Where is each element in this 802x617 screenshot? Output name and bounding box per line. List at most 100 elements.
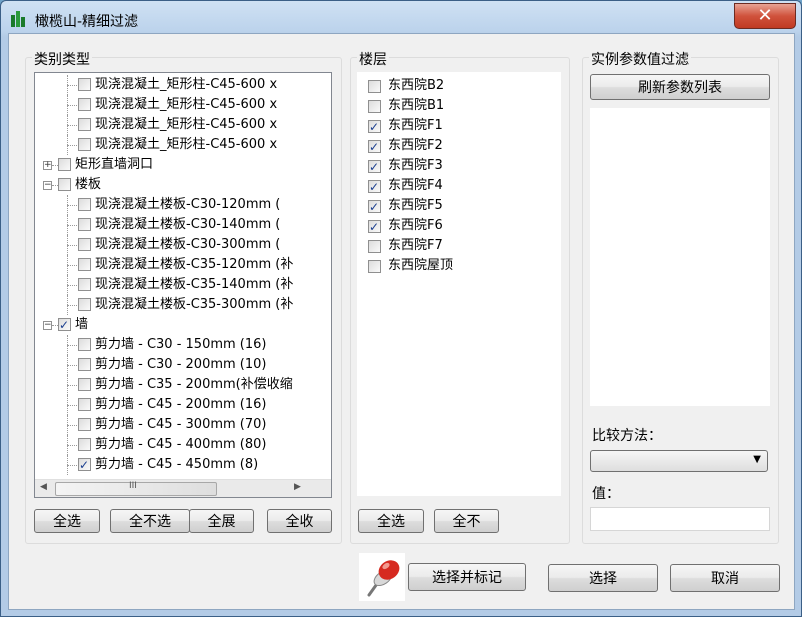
floor-label: 东西院F5 bbox=[388, 198, 443, 213]
tree-connector bbox=[67, 145, 77, 146]
tree-horizontal-scrollbar[interactable]: ◀ III ▶ bbox=[35, 479, 331, 497]
compare-method-dropdown[interactable]: ▼ bbox=[590, 450, 768, 472]
tree-connector bbox=[67, 95, 68, 115]
tree-node-label: 剪力墙 - C45 - 400mm (80) bbox=[95, 437, 267, 452]
tree-connector bbox=[67, 85, 77, 86]
floor-item[interactable]: 东西院F4 bbox=[357, 176, 557, 197]
expand-all-button[interactable]: 全展 bbox=[189, 509, 254, 533]
tree-type-node[interactable]: 现浇混凝土_矩形柱-C45-600 x bbox=[35, 75, 331, 95]
tree-connector bbox=[67, 125, 77, 126]
floor-checkbox[interactable] bbox=[368, 177, 381, 197]
tree-checkbox[interactable] bbox=[78, 455, 91, 475]
tree-node-label: 现浇混凝土_矩形柱-C45-600 x bbox=[95, 97, 278, 112]
cancel-button[interactable]: 取消 bbox=[670, 564, 780, 592]
tree-checkbox[interactable] bbox=[58, 178, 71, 191]
tree-type-node[interactable]: 剪力墙 - C35 - 200mm(补偿收缩 bbox=[35, 375, 331, 395]
floor-item[interactable]: 东西院B1 bbox=[357, 96, 557, 116]
tree-checkbox[interactable] bbox=[78, 218, 91, 231]
floor-select-none-button[interactable]: 全不 bbox=[434, 509, 499, 533]
floor-checkbox[interactable] bbox=[368, 117, 381, 137]
tree-type-node[interactable]: 现浇混凝土_矩形柱-C45-600 x bbox=[35, 135, 331, 155]
floor-item[interactable]: 东西院F3 bbox=[357, 156, 557, 177]
floor-label: 东西院F1 bbox=[388, 118, 443, 133]
collapse-icon[interactable]: − bbox=[43, 321, 52, 330]
tree-type-node[interactable]: 现浇混凝土楼板-C35-120mm (补 bbox=[35, 255, 331, 275]
close-button[interactable]: ✕ bbox=[734, 3, 796, 29]
tree-checkbox[interactable] bbox=[78, 378, 91, 391]
floor-select-all-button[interactable]: 全选 bbox=[358, 509, 424, 533]
floor-checkbox[interactable] bbox=[368, 137, 381, 157]
floor-checkbox[interactable] bbox=[368, 80, 381, 93]
tree-checkbox[interactable] bbox=[78, 438, 91, 451]
floor-item[interactable]: 东西院B2 bbox=[357, 76, 557, 96]
tree-connector bbox=[67, 425, 77, 426]
tree-type-node[interactable]: 现浇混凝土_矩形柱-C45-600 x bbox=[35, 115, 331, 135]
tree-type-node[interactable]: 现浇混凝土_矩形柱-C45-600 x bbox=[35, 95, 331, 115]
tree-connector bbox=[67, 105, 77, 106]
tree-category-node[interactable]: − 楼板 bbox=[35, 175, 331, 195]
tree-checkbox[interactable] bbox=[78, 298, 91, 311]
tree-checkbox[interactable] bbox=[78, 198, 91, 211]
param-list[interactable] bbox=[590, 108, 770, 406]
tree-checkbox[interactable] bbox=[78, 78, 91, 91]
floor-label: 东西院屋顶 bbox=[388, 258, 454, 273]
tree-category-node[interactable]: −墙 bbox=[35, 315, 331, 335]
tree-checkbox[interactable] bbox=[78, 138, 91, 151]
select-and-mark-button[interactable]: 选择并标记 bbox=[408, 563, 526, 591]
tree-type-node[interactable]: 现浇混凝土楼板-C30-140mm ( bbox=[35, 215, 331, 235]
floor-checkbox[interactable] bbox=[368, 100, 381, 113]
tree-type-node[interactable]: 剪力墙 - C45 - 450mm (8) bbox=[35, 455, 331, 475]
tree-checkbox[interactable] bbox=[78, 358, 91, 371]
category-select-all-button[interactable]: 全选 bbox=[34, 509, 100, 533]
floor-checkbox[interactable] bbox=[368, 217, 381, 237]
tree-type-node[interactable]: 现浇混凝土楼板-C30-300mm ( bbox=[35, 235, 331, 255]
expand-icon[interactable]: + bbox=[43, 161, 52, 170]
floor-checkbox[interactable] bbox=[368, 197, 381, 217]
floor-item[interactable]: 东西院F6 bbox=[357, 216, 557, 237]
floor-checkbox[interactable] bbox=[368, 240, 381, 253]
value-input[interactable] bbox=[590, 507, 770, 531]
collapse-all-button[interactable]: 全收 bbox=[267, 509, 332, 533]
tree-checkbox[interactable] bbox=[78, 258, 91, 271]
tree-type-node[interactable]: 剪力墙 - C45 - 400mm (80) bbox=[35, 435, 331, 455]
tree-checkbox[interactable] bbox=[78, 338, 91, 351]
tree-checkbox[interactable] bbox=[78, 418, 91, 431]
floor-checkbox[interactable] bbox=[368, 157, 381, 177]
chevron-down-icon: ▼ bbox=[753, 454, 761, 465]
floor-item[interactable]: 东西院屋顶 bbox=[357, 256, 557, 276]
title-bar[interactable]: 橄榄山-精细过滤 bbox=[1, 1, 801, 35]
category-tree[interactable]: 现浇混凝土_矩形柱-C45-600 x 现浇混凝土_矩形柱-C45-600 x 现浇… bbox=[34, 72, 332, 498]
scroll-right-arrow-icon[interactable]: ▶ bbox=[289, 482, 306, 492]
tree-checkbox[interactable] bbox=[78, 398, 91, 411]
window-title: 橄榄山-精细过滤 bbox=[35, 14, 139, 30]
floor-checkbox[interactable] bbox=[368, 260, 381, 273]
tree-category-node[interactable]: + 矩形直墙洞口 bbox=[35, 155, 331, 175]
floor-item[interactable]: 东西院F5 bbox=[357, 196, 557, 217]
tree-checkbox[interactable] bbox=[58, 158, 71, 171]
tree-type-node[interactable]: 现浇混凝土楼板-C30-120mm ( bbox=[35, 195, 331, 215]
refresh-params-button[interactable]: 刷新参数列表 bbox=[590, 74, 770, 100]
tree-checkbox[interactable] bbox=[78, 238, 91, 251]
select-button[interactable]: 选择 bbox=[548, 564, 658, 592]
tree-connector bbox=[67, 75, 68, 95]
floor-item[interactable]: 东西院F7 bbox=[357, 236, 557, 256]
tree-type-node[interactable]: 剪力墙 - C45 - 300mm (70) bbox=[35, 415, 331, 435]
tree-checkbox[interactable] bbox=[58, 315, 71, 335]
tree-type-node[interactable]: 剪力墙 - C45 - 200mm (16) bbox=[35, 395, 331, 415]
tree-checkbox[interactable] bbox=[78, 118, 91, 131]
tree-node-label: 现浇混凝土_矩形柱-C45-600 x bbox=[95, 117, 278, 132]
tree-checkbox[interactable] bbox=[78, 98, 91, 111]
tree-type-node[interactable]: 现浇混凝土楼板-C35-140mm (补 bbox=[35, 275, 331, 295]
collapse-icon[interactable]: − bbox=[43, 181, 52, 190]
category-select-none-button[interactable]: 全不选 bbox=[110, 509, 190, 533]
floor-item[interactable]: 东西院F2 bbox=[357, 136, 557, 157]
tree-type-node[interactable]: 现浇混凝土楼板-C35-300mm (补 bbox=[35, 295, 331, 315]
floor-list[interactable]: 东西院B2 东西院B1 东西院F1 东西院F2 东西院F3 东西院F4 东西院F5 东西院F6… bbox=[357, 72, 561, 496]
tree-type-node[interactable]: 剪力墙 - C30 - 200mm (10) bbox=[35, 355, 331, 375]
scroll-left-arrow-icon[interactable]: ◀ bbox=[35, 482, 52, 492]
tree-checkbox[interactable] bbox=[78, 278, 91, 291]
floor-label: 东西院F4 bbox=[388, 178, 443, 193]
tree-connector bbox=[67, 455, 68, 475]
floor-item[interactable]: 东西院F1 bbox=[357, 116, 557, 137]
tree-type-node[interactable]: 剪力墙 - C30 - 150mm (16) bbox=[35, 335, 331, 355]
